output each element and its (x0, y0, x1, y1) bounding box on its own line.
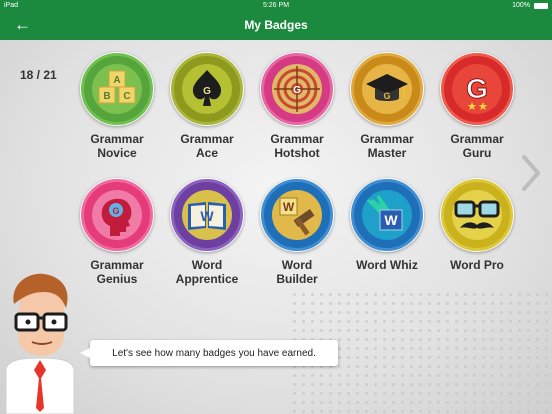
badge-label-line2: Novice (97, 146, 137, 160)
svg-text:W: W (283, 200, 295, 214)
badge-word-pro[interactable]: Word Pro (434, 178, 520, 272)
badge-label-line1: Grammar (90, 258, 144, 272)
graduation-cap-icon: G (362, 64, 412, 114)
badge-label-line2: Hotshot (274, 146, 320, 160)
svg-text:B: B (103, 91, 110, 102)
svg-text:G: G (112, 206, 119, 216)
badge-label-line1: Grammar (450, 132, 504, 146)
badge-grammar-guru[interactable]: G Grammar Guru (434, 52, 520, 160)
badge-label-line1: Word Pro (450, 258, 504, 272)
badge-label-line1: Grammar (270, 132, 324, 146)
badge-grammar-genius[interactable]: G Grammar Genius (74, 178, 160, 286)
badge-grammar-hotshot[interactable]: G Grammar Hotshot (254, 52, 340, 160)
badge-grammar-novice[interactable]: A B C Grammar Novice (74, 52, 160, 160)
w-burst-icon: W (362, 190, 412, 240)
svg-text:G: G (293, 85, 301, 96)
badge-label-line1: Word Whiz (356, 258, 418, 272)
mascot-character (5, 273, 75, 414)
badge-word-apprentice[interactable]: W Word Apprentice (164, 178, 250, 286)
badge-label-line1: Grammar (90, 132, 144, 146)
g-stars-icon: G (452, 64, 502, 114)
badge-label-line2: Builder (276, 272, 318, 286)
chevron-right-icon[interactable] (521, 155, 541, 191)
badge-label-line2: Apprentice (175, 272, 239, 286)
badge-label-line1: Word (281, 258, 313, 272)
nav-bar: ← My Badges (0, 12, 552, 40)
svg-text:A: A (113, 75, 120, 86)
clock: 5:26 PM (262, 2, 290, 9)
battery-label: 100% (512, 2, 530, 9)
badge-ring: A B C (81, 53, 153, 125)
page-title: My Badges (244, 18, 308, 32)
svg-text:G: G (466, 73, 488, 104)
book-icon: W (182, 190, 232, 240)
abc-blocks-icon: A B C (92, 64, 142, 114)
svg-text:W: W (200, 208, 214, 224)
battery-icon (534, 3, 548, 9)
badge-label-line2: Master (367, 146, 407, 160)
glasses-mustache-icon (452, 190, 502, 240)
badge-counter: 18 / 21 (20, 68, 57, 82)
badge-label-line2: Ace (195, 146, 218, 160)
badge-label-line2: Guru (462, 146, 492, 160)
svg-text:C: C (123, 91, 130, 102)
badge-word-builder[interactable]: W Word Builder (254, 178, 340, 286)
badges-area: 18 / 21 A B C Grammar Novice G Grammar Ace (0, 40, 552, 414)
hammer-icon: W (272, 190, 322, 240)
svg-text:G: G (383, 91, 390, 101)
speech-text: Let's see how many badges you have earne… (112, 347, 316, 359)
spade-icon: G (182, 64, 232, 114)
svg-text:G: G (203, 86, 211, 97)
badge-label-line1: Word (191, 258, 223, 272)
svg-text:W: W (384, 212, 398, 228)
speech-bubble: Let's see how many badges you have earne… (80, 340, 338, 366)
badge-grammar-master[interactable]: G Grammar Master (344, 52, 430, 160)
badge-label-line1: Grammar (180, 132, 234, 146)
badge-label-line2: Genius (96, 272, 138, 286)
badge-label-line1: Grammar (360, 132, 414, 146)
head-icon: G (92, 190, 142, 240)
target-icon: G (272, 64, 322, 114)
badge-word-whiz[interactable]: W Word Whiz (344, 178, 430, 272)
status-bar: iPad 5:26 PM 100% (0, 0, 552, 12)
badge-grammar-ace[interactable]: G Grammar Ace (164, 52, 250, 160)
